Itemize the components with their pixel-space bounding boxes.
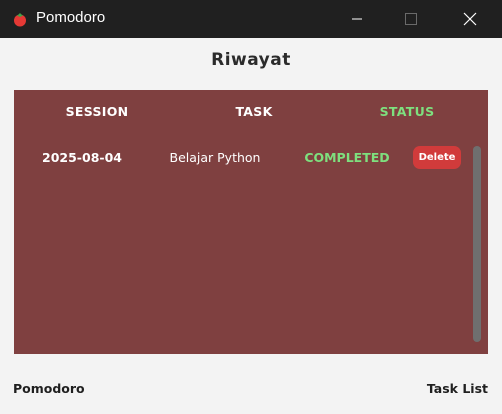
- minimize-button[interactable]: [334, 0, 380, 38]
- row-task: Belajar Python: [169, 150, 261, 165]
- title-bar: Pomodoro: [0, 0, 502, 38]
- table-row: 2025-08-04 Belajar Python COMPLETED Dele…: [14, 146, 488, 170]
- nav-task-list[interactable]: Task List: [427, 381, 488, 396]
- row-session: 2025-08-04: [42, 150, 122, 165]
- minimize-icon: [352, 18, 362, 20]
- close-button[interactable]: [447, 0, 493, 38]
- maximize-icon: [405, 13, 417, 25]
- header-session: SESSION: [65, 104, 129, 119]
- tomato-icon: [14, 13, 26, 27]
- header-status: STATUS: [379, 104, 435, 119]
- row-status: COMPLETED: [304, 150, 390, 165]
- close-icon: [463, 12, 477, 26]
- window-title: Pomodoro: [36, 9, 106, 26]
- scrollbar[interactable]: [473, 146, 481, 342]
- page-title: Riwayat: [211, 50, 291, 70]
- maximize-button[interactable]: [388, 0, 434, 38]
- history-table: SESSION TASK STATUS 2025-08-04 Belajar P…: [14, 90, 488, 354]
- nav-pomodoro[interactable]: Pomodoro: [13, 381, 85, 396]
- delete-button[interactable]: Delete: [413, 146, 461, 169]
- header-task: TASK: [235, 104, 273, 119]
